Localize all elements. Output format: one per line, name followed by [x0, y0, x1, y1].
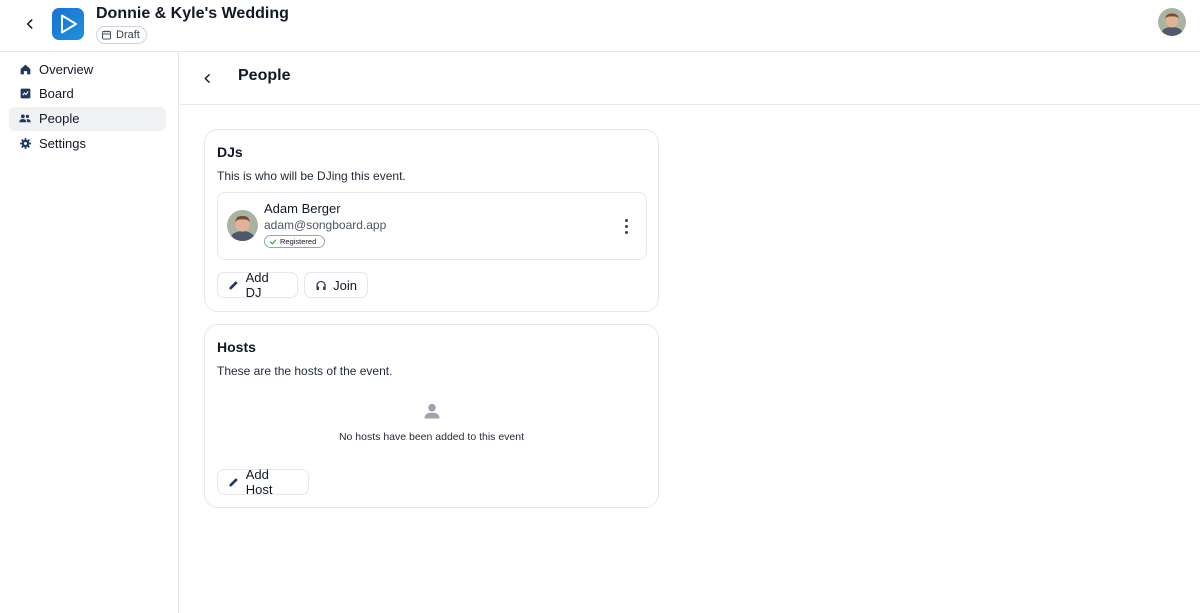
djs-title: DJs: [217, 144, 243, 160]
play-logo-icon: [61, 14, 77, 34]
person-email: adam@songboard.app: [264, 218, 387, 232]
join-label: Join: [333, 277, 357, 293]
event-title: Donnie & Kyle's Wedding: [96, 5, 289, 22]
kebab-dot: [624, 230, 628, 234]
gear-icon: [18, 136, 32, 150]
home-icon: [18, 62, 32, 76]
more-options-button[interactable]: [618, 215, 634, 237]
pencil-icon: [229, 281, 238, 290]
add-dj-label: Add DJ: [245, 270, 269, 300]
empty-state-text: No hosts have been added to this event: [338, 431, 525, 443]
add-host-label: Add Host: [245, 467, 273, 497]
kebab-dot: [624, 218, 628, 222]
sidebar: Overview Board People Settings: [0, 52, 179, 613]
status-badge-label: Registered: [280, 237, 317, 246]
avatar: [227, 210, 258, 241]
sidebar-item-settings[interactable]: Settings: [9, 131, 166, 155]
sidebar-item-label: Settings: [39, 135, 86, 151]
person-icon: [422, 401, 442, 421]
join-button[interactable]: Join: [304, 272, 368, 298]
sidebar-item-label: Board: [39, 86, 74, 102]
sidebar-item-label: Overview: [39, 61, 94, 77]
status-badge-label: Draft: [116, 29, 140, 41]
user-avatar-photo: [1158, 8, 1186, 36]
page-back-button[interactable]: [196, 67, 218, 89]
sidebar-item-label: People: [39, 111, 80, 127]
chevron-left-icon: [204, 73, 210, 83]
djs-subtitle: This is who will be DJing this event.: [217, 169, 406, 183]
app-logo[interactable]: [52, 8, 84, 40]
avatar[interactable]: [1158, 8, 1186, 36]
add-dj-button[interactable]: Add DJ: [217, 270, 298, 300]
page-header: People: [180, 52, 1200, 105]
sidebar-item-board[interactable]: Board: [9, 82, 166, 106]
djs-card: DJs This is who will be DJing this event…: [204, 129, 659, 312]
status-badge[interactable]: Draft: [96, 26, 147, 44]
board-icon: [18, 87, 32, 101]
status-badge: Registered: [264, 235, 326, 248]
kebab-dot: [624, 224, 628, 228]
page-title: People: [238, 67, 291, 84]
top-bar: Donnie & Kyle's Wedding Draft: [0, 0, 1200, 52]
sidebar-item-people[interactable]: People: [9, 106, 166, 131]
headphones-icon: [316, 280, 326, 290]
hosts-title: Hosts: [217, 339, 256, 355]
chevron-left-icon: [26, 19, 33, 29]
person-name: Adam Berger: [264, 201, 341, 216]
back-button[interactable]: [18, 12, 42, 36]
list-item: Adam Berger adam@songboard.app Registere…: [217, 192, 647, 260]
check-icon: [269, 239, 277, 244]
pencil-icon: [229, 478, 238, 487]
main-content: People DJs This is who will be DJing thi…: [180, 52, 1200, 613]
calendar-edit-icon: [102, 30, 111, 40]
add-host-button[interactable]: Add Host: [217, 467, 309, 497]
sidebar-item-overview[interactable]: Overview: [9, 57, 166, 81]
people-icon: [18, 112, 32, 126]
hosts-subtitle: These are the hosts of the event.: [217, 364, 393, 378]
hosts-card: Hosts These are the hosts of the event. …: [204, 324, 659, 508]
